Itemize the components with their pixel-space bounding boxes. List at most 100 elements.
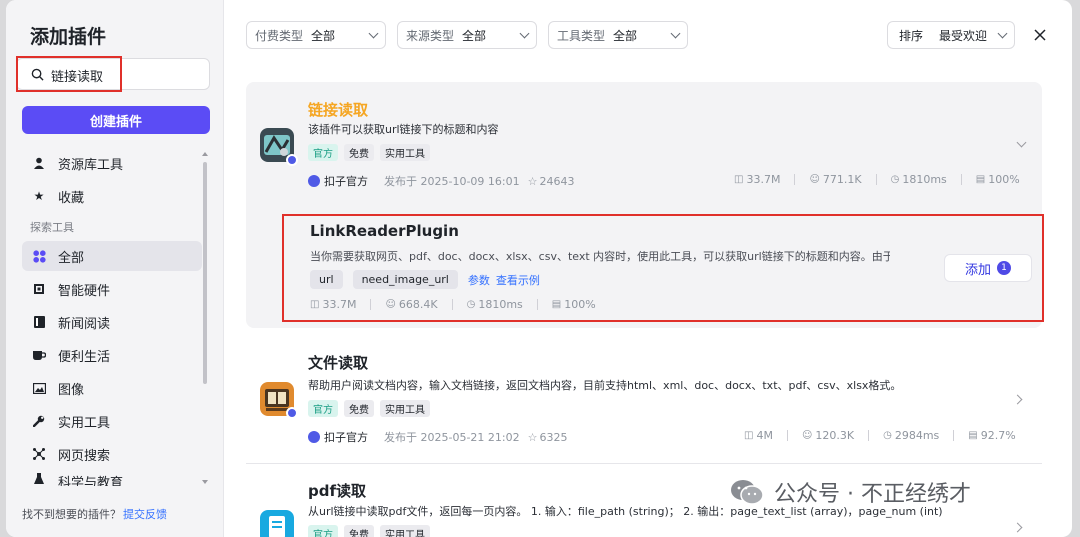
chip-icon bbox=[32, 282, 46, 296]
plugin-meta: 扣子官方 发布于 2025-10-09 16:01 ☆ 24643 bbox=[308, 173, 575, 189]
star-icon: ☆ bbox=[527, 174, 538, 188]
sidebar-item-science[interactable]: 科学与教育 bbox=[22, 472, 202, 486]
sidebar-item-library[interactable]: 资源库工具 bbox=[22, 148, 202, 178]
sidebar-footer: 找不到想要的插件？ 提交反馈 bbox=[22, 506, 167, 522]
stat-latency: 2984ms bbox=[894, 429, 940, 442]
tag-free: 免费 bbox=[344, 144, 374, 161]
success-icon: ▤ bbox=[968, 430, 978, 441]
scroll-down-icon[interactable] bbox=[202, 480, 208, 484]
sidebar-scrollbar[interactable] bbox=[202, 152, 208, 486]
filter-tool-type[interactable]: 工具类型 全部 bbox=[548, 21, 688, 49]
scroll-thumb[interactable] bbox=[203, 162, 207, 384]
search-box[interactable] bbox=[16, 56, 210, 92]
plugin-name[interactable]: pdf读取 bbox=[308, 480, 366, 501]
plugin-logo-icon bbox=[260, 510, 294, 537]
filter-payment-type[interactable]: 付费类型 全部 bbox=[246, 21, 386, 49]
stat-users: 771.1K bbox=[822, 173, 862, 186]
stat-users: 668.4K bbox=[398, 298, 438, 311]
sidebar-item-label: 全部 bbox=[58, 250, 85, 266]
scroll-up-icon[interactable] bbox=[202, 152, 208, 156]
plugin-name[interactable]: 链接读取 bbox=[308, 99, 368, 120]
plugin-stats: ◫ 4M ☺ 120.3K ◷ 2984ms ▤ 92.7% bbox=[744, 429, 1016, 442]
stat-latency: 1810ms bbox=[478, 298, 523, 311]
plugin-tags: 官方 免费 实用工具 bbox=[308, 144, 430, 161]
feedback-link[interactable]: 提交反馈 bbox=[123, 508, 167, 521]
chevron-down-icon bbox=[368, 28, 379, 38]
publish-date: 发布于 2025-10-09 16:01 bbox=[384, 175, 520, 188]
author-avatar bbox=[308, 431, 320, 443]
flask-icon bbox=[32, 472, 46, 486]
chevron-down-icon[interactable] bbox=[1016, 137, 1027, 148]
plugin-item[interactable]: 链接读取 该插件可以获取url链接下的标题和内容 官方 免费 实用工具 扣子官方… bbox=[246, 82, 1042, 212]
add-tool-button[interactable]: 添加 1 bbox=[944, 254, 1032, 282]
calls-icon: ◫ bbox=[734, 174, 744, 185]
stat-calls: 33.7M bbox=[322, 298, 357, 311]
filter-source-type[interactable]: 来源类型 全部 bbox=[397, 21, 537, 49]
sort-select[interactable]: 排序 最受欢迎 bbox=[887, 21, 1015, 49]
sidebar-item-tools[interactable]: 实用工具 bbox=[22, 406, 202, 436]
watermark-text: 公众号 · 不正经绣才 bbox=[774, 482, 971, 507]
image-icon bbox=[32, 381, 46, 395]
sort-value: 最受欢迎 bbox=[939, 28, 988, 43]
plugin-meta: 扣子官方 发布于 2025-05-21 21:02 ☆ 6325 bbox=[308, 429, 568, 445]
clock-icon: ◷ bbox=[466, 299, 476, 310]
example-link[interactable]: 查看示例 bbox=[496, 272, 540, 288]
tag-official: 官方 bbox=[308, 525, 338, 537]
plugin-item[interactable]: 文件读取 帮助用户阅读文档内容，输入文档链接，返回文档内容，目前支持html、x… bbox=[246, 344, 1042, 464]
author-avatar bbox=[308, 175, 320, 187]
tool-item-highlighted[interactable]: LinkReaderPlugin 当你需要获取网页、pdf、doc、docx、x… bbox=[282, 214, 1044, 322]
plugin-name[interactable]: 文件读取 bbox=[308, 352, 368, 373]
calls-icon: ◫ bbox=[744, 430, 754, 441]
filter-value: 全部 bbox=[311, 28, 336, 43]
author[interactable]: 扣子官方 bbox=[308, 173, 368, 189]
filter-label: 工具类型 bbox=[557, 28, 606, 43]
stat-latency: 1810ms bbox=[902, 173, 947, 186]
chevron-right-icon[interactable] bbox=[1012, 522, 1023, 533]
sidebar-item-label: 收藏 bbox=[58, 190, 85, 206]
stat-calls: 33.7M bbox=[746, 173, 781, 186]
network-icon bbox=[32, 447, 46, 461]
param-tag: url bbox=[310, 270, 343, 289]
sidebar-item-label: 实用工具 bbox=[58, 415, 111, 431]
sidebar-item-news[interactable]: 新闻阅读 bbox=[22, 307, 202, 337]
sidebar-item-favorites[interactable]: ★ 收藏 bbox=[22, 181, 202, 211]
star-icon: ☆ bbox=[527, 430, 538, 444]
plugin-stats: ◫ 33.7M ☺ 771.1K ◷ 1810ms ▤ 100% bbox=[734, 173, 1020, 186]
author[interactable]: 扣子官方 bbox=[308, 429, 368, 445]
tool-stats: ◫ 33.7M ☺ 668.4K ◷ 1810ms ▤ 100% bbox=[310, 298, 596, 311]
chevron-down-icon bbox=[519, 28, 530, 38]
verified-badge-icon bbox=[286, 154, 298, 166]
sidebar-item-label: 网页搜索 bbox=[58, 448, 111, 464]
sidebar-item-hardware[interactable]: 智能硬件 bbox=[22, 274, 202, 304]
sidebar-item-all[interactable]: 全部 bbox=[22, 241, 202, 271]
favorites-count: 6325 bbox=[539, 430, 568, 444]
verified-badge-icon bbox=[286, 407, 298, 419]
add-count-badge: 1 bbox=[997, 261, 1011, 275]
create-plugin-button[interactable]: 创建插件 bbox=[22, 106, 210, 134]
sidebar-item-label: 便利生活 bbox=[58, 349, 111, 365]
plugin-list: 链接读取 该插件可以获取url链接下的标题和内容 官方 免费 实用工具 扣子官方… bbox=[246, 82, 1044, 537]
stat-success: 100% bbox=[564, 298, 596, 311]
sort-label: 排序 bbox=[899, 28, 924, 43]
param-tag: need_image_url bbox=[352, 270, 458, 289]
sidebar-item-life[interactable]: 便利生活 bbox=[22, 340, 202, 370]
dialog-title: 添加插件 bbox=[30, 26, 107, 48]
search-icon bbox=[31, 68, 44, 81]
search-input[interactable] bbox=[51, 65, 201, 85]
sidebar-item-label: 科学与教育 bbox=[58, 476, 124, 486]
author-name: 扣子官方 bbox=[324, 175, 368, 188]
clock-icon: ◷ bbox=[883, 430, 892, 441]
close-button[interactable] bbox=[1031, 26, 1049, 44]
filter-value: 全部 bbox=[613, 28, 638, 43]
chevron-right-icon[interactable] bbox=[1012, 394, 1023, 405]
users-icon: ☺ bbox=[385, 299, 396, 310]
person-icon bbox=[32, 156, 46, 170]
users-icon: ☺ bbox=[801, 430, 813, 441]
plugin-card-expanded: 链接读取 该插件可以获取url链接下的标题和内容 官方 免费 实用工具 扣子官方… bbox=[246, 82, 1044, 328]
clock-icon: ◷ bbox=[890, 174, 900, 185]
success-icon: ▤ bbox=[975, 174, 986, 185]
grid-icon bbox=[32, 249, 46, 263]
sidebar-item-image[interactable]: 图像 bbox=[22, 373, 202, 403]
params-link[interactable]: 参数 bbox=[468, 272, 490, 288]
sidebar-item-web-search[interactable]: 网页搜索 bbox=[22, 439, 202, 469]
